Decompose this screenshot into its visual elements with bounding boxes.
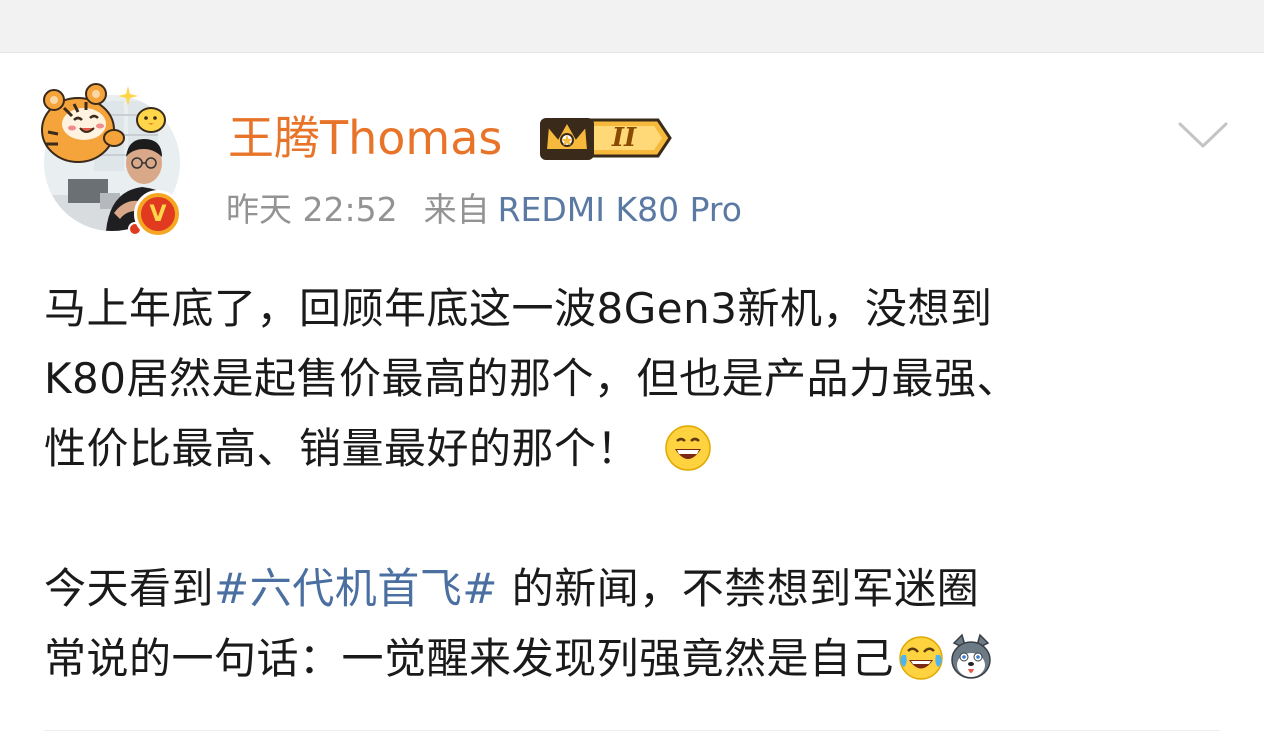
para2-line2: 常说的一句话：一觉醒来发现列强竟然是自己 [44, 624, 1234, 694]
source-label: 来自 [423, 190, 490, 229]
verified-badge: V [134, 190, 182, 238]
para2-suffix: 的新闻，不禁想到军迷圈 [497, 564, 980, 613]
para2-prefix: 今天看到 [44, 564, 215, 613]
para2-line2-text: 常说的一句话：一觉醒来发现列强竟然是自己 [44, 634, 895, 683]
chevron-down-icon[interactable] [1176, 116, 1230, 156]
post-paragraph-1: 马上年底了，回顾年底这一波8Gen3新机，没想到 K80居然是起售价最高的那个，… [44, 274, 1234, 484]
hashtag-link[interactable]: #六代机首飞# [214, 564, 498, 613]
sparkle-icon [118, 86, 138, 106]
level-label: II [611, 123, 637, 153]
para1-line3: 性价比最高、销量最好的那个！ [44, 424, 640, 473]
husky-dog-icon [951, 633, 991, 679]
post-meta: 昨天 22:52 来自 REDMI K80 Pro [226, 188, 742, 232]
para1-line2: K80居然是起售价最高的那个，但也是产品力最强、 [44, 354, 1019, 403]
top-band [0, 0, 1264, 52]
tears-of-joy-icon [899, 635, 943, 680]
post-time: 昨天 22:52 [226, 190, 398, 229]
chick-sticker-icon [136, 107, 166, 133]
bottom-divider [44, 730, 1220, 731]
para1-line3-wrap: 性价比最高、销量最好的那个！ [44, 414, 1234, 484]
para2-line1: 今天看到#六代机首飞# 的新闻，不禁想到军迷圈 [44, 554, 1234, 624]
device-link[interactable]: REDMI K80 Pro [498, 190, 742, 229]
post-paragraph-2: 今天看到#六代机首飞# 的新闻，不禁想到军迷圈 常说的一句话：一觉醒来发现列强竟… [44, 554, 1234, 694]
verified-mark: V [141, 197, 175, 231]
grinning-face-icon [665, 424, 711, 471]
para1-line1: 马上年底了，回顾年底这一波8Gen3新机，没想到 [44, 284, 993, 333]
author-name[interactable]: 王腾Thomas [228, 108, 502, 168]
